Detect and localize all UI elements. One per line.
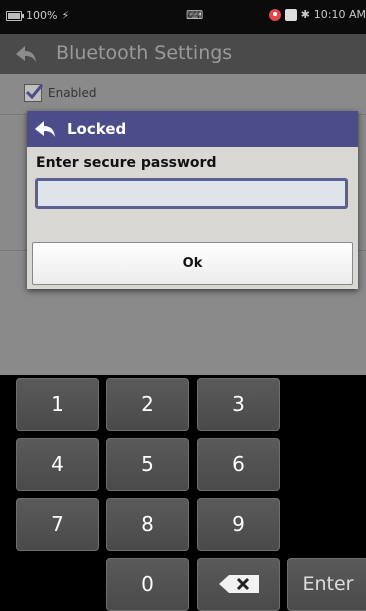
battery-percent: 100%: [26, 9, 58, 22]
key-9[interactable]: 9: [197, 498, 280, 551]
enabled-label: Enabled: [48, 86, 97, 100]
dialog-title: Locked: [67, 120, 127, 138]
key-2[interactable]: 2: [106, 378, 189, 431]
locked-dialog: Locked Enter secure password Ok: [27, 111, 358, 289]
key-1[interactable]: 1: [16, 378, 99, 431]
dialog-header: Locked: [27, 111, 358, 147]
key-0[interactable]: 0: [106, 558, 189, 611]
bluetooth-icon: ✱: [300, 8, 310, 21]
status-left: 100% ⚡: [6, 9, 69, 22]
backspace-key[interactable]: [197, 558, 280, 611]
backspace-icon: [218, 575, 259, 593]
ok-button[interactable]: Ok: [32, 242, 353, 285]
key-5[interactable]: 5: [106, 438, 189, 491]
status-bar: 100% ⚡ ⌨ ✱ 10:10 AM: [0, 0, 366, 34]
clock: 10:10 AM: [313, 8, 366, 21]
password-input[interactable]: [35, 178, 348, 209]
enter-key[interactable]: Enter: [287, 558, 366, 611]
back-arrow-icon[interactable]: [33, 118, 57, 140]
status-right: ✱ 10:10 AM: [268, 8, 366, 21]
battery-icon: [6, 10, 24, 21]
enabled-row[interactable]: Enabled: [24, 84, 97, 102]
checkmark-icon: [25, 84, 44, 100]
enabled-checkbox[interactable]: [24, 84, 44, 102]
key-4[interactable]: 4: [16, 438, 99, 491]
app-bar: Bluetooth Settings: [0, 34, 366, 74]
password-prompt: Enter secure password: [36, 155, 217, 171]
charging-icon: ⚡: [61, 9, 70, 22]
image-icon: [284, 8, 297, 21]
key-8[interactable]: 8: [106, 498, 189, 551]
key-6[interactable]: 6: [197, 438, 280, 491]
key-7[interactable]: 7: [16, 498, 99, 551]
numeric-keypad: 1 2 3 4 5 6 7 8 9 0 Enter: [0, 375, 366, 611]
back-arrow-icon[interactable]: [14, 43, 38, 65]
location-icon: [268, 8, 281, 21]
key-3[interactable]: 3: [197, 378, 280, 431]
page-title: Bluetooth Settings: [56, 42, 233, 64]
usb-icon: ⌨: [186, 8, 204, 22]
